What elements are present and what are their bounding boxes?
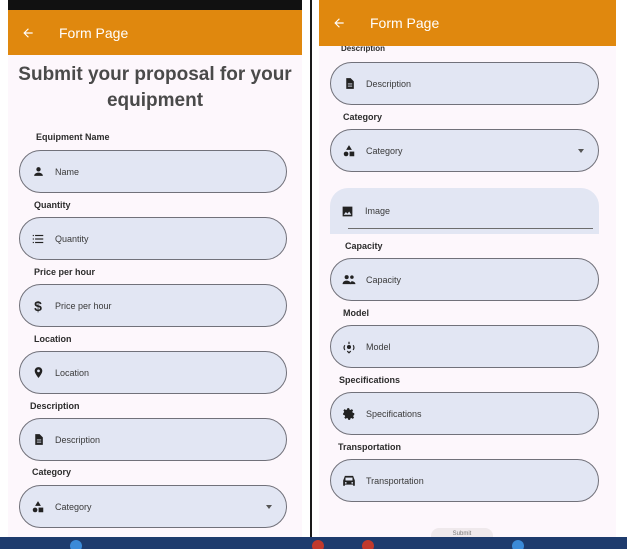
price-per-hour-placeholder: Price per hour [55, 300, 112, 311]
quantity-field[interactable]: Quantity [19, 217, 287, 260]
left-phone-screen: Form Page Submit your proposal for your … [8, 0, 302, 537]
transportation-label: Transportation [338, 442, 402, 452]
people-icon [342, 273, 356, 287]
person-icon [31, 165, 45, 179]
app-bar: Form Page [319, 0, 616, 46]
document-icon [342, 77, 356, 91]
back-arrow-icon[interactable] [332, 15, 348, 31]
taskbar-app-icon[interactable] [512, 540, 524, 549]
gear-icon [342, 407, 356, 421]
app-bar-title: Form Page [59, 24, 129, 41]
capacity-field[interactable]: Capacity [330, 258, 599, 301]
taskbar-app-icon[interactable] [312, 540, 324, 549]
list-icon [31, 232, 45, 246]
capacity-placeholder: Capacity [366, 274, 402, 285]
category-shapes-icon [31, 500, 45, 514]
car-icon [342, 474, 356, 488]
category-dropdown[interactable]: Category [330, 129, 599, 172]
category-placeholder: Category [55, 501, 92, 512]
description-field[interactable]: Description [330, 62, 599, 105]
location-field[interactable]: Location [19, 351, 287, 394]
dropdown-arrow-icon [578, 148, 584, 153]
dollar-icon: $ [34, 297, 42, 314]
status-bar [8, 0, 302, 10]
capacity-label: Capacity [345, 241, 383, 251]
description-label: Description [30, 401, 80, 411]
category-label: Category [32, 467, 72, 477]
dropdown-arrow-icon [266, 504, 272, 509]
taskbar-app-icon[interactable] [362, 540, 374, 549]
quantity-placeholder: Quantity [55, 233, 89, 244]
transportation-placeholder: Transportation [366, 475, 424, 486]
price-per-hour-field[interactable]: $ Price per hour [19, 284, 287, 327]
equipment-name-field[interactable]: Name [19, 150, 287, 193]
specifications-label: Specifications [339, 375, 401, 385]
model-label: Model [343, 308, 369, 318]
image-field-underline [348, 228, 593, 229]
model-placeholder: Model [366, 341, 391, 352]
document-icon [31, 433, 45, 447]
specifications-placeholder: Specifications [366, 408, 422, 419]
description-placeholder: Description [366, 78, 412, 89]
back-arrow-icon[interactable] [21, 25, 37, 41]
description-placeholder: Description [55, 434, 101, 445]
category-dropdown[interactable]: Category [19, 485, 287, 528]
model-field[interactable]: Model [330, 325, 599, 368]
price-per-hour-label: Price per hour [34, 267, 96, 277]
image-icon [341, 204, 355, 218]
category-label: Category [343, 112, 383, 122]
image-placeholder: Image [365, 206, 391, 216]
equipment-name-placeholder: Name [55, 166, 80, 177]
taskbar [0, 537, 627, 549]
equipment-name-label: Equipment Name [36, 132, 110, 142]
app-bar-title: Form Page [370, 15, 440, 31]
page-title: Submit your proposal for your equipment [18, 64, 292, 111]
category-placeholder: Category [366, 145, 403, 156]
right-phone-screen: Description Description Category Categor… [319, 0, 616, 537]
location-label: Location [34, 334, 72, 344]
model-icon [342, 340, 356, 354]
location-placeholder: Location [55, 367, 90, 378]
transportation-field[interactable]: Transportation [330, 459, 599, 502]
image-picker-field[interactable]: Image [330, 188, 599, 234]
specifications-field[interactable]: Specifications [330, 392, 599, 435]
app-bar: Form Page [8, 10, 302, 55]
description-field[interactable]: Description [19, 418, 287, 461]
taskbar-app-icon[interactable] [70, 540, 82, 549]
quantity-label: Quantity [34, 200, 71, 210]
category-shapes-icon [342, 144, 356, 158]
location-pin-icon [31, 366, 45, 380]
submit-button[interactable]: Submit [431, 528, 493, 537]
screen-divider [310, 0, 312, 537]
